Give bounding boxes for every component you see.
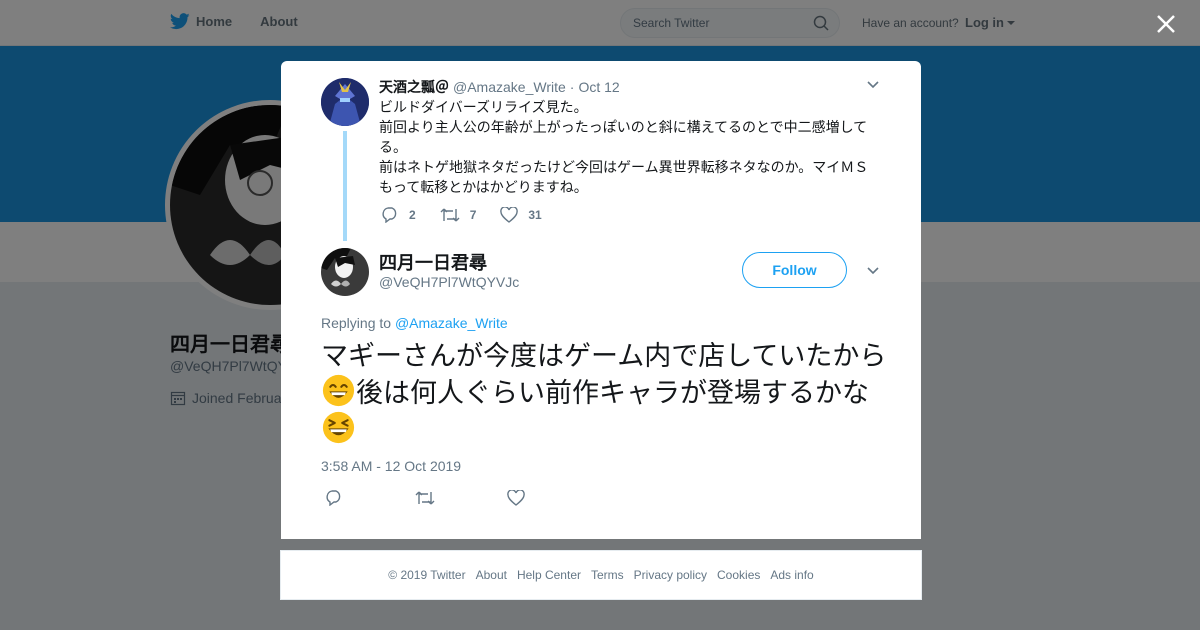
retweet-icon	[415, 491, 435, 505]
footer-link-help-center[interactable]: Help Center	[517, 568, 581, 582]
main-tweet-text: マギーさんが今度はゲーム内で店していたから 後は何人ぐらい前作キャラが登場するか…	[321, 339, 891, 448]
parent-tweet-text: ビルドダイバーズリライズ見た。 前回より主人公の年齢が上がったっぽいのと斜に構え…	[379, 97, 879, 197]
main-tweet-name[interactable]: 四月一日君尋	[379, 249, 487, 275]
chevron-down-icon[interactable]	[867, 81, 879, 89]
reply-icon	[382, 207, 397, 223]
heart-icon	[500, 207, 519, 223]
like-button[interactable]	[507, 490, 535, 506]
parent-tweet-header: 天酒之瓢＠ @Amazake_Write · Oct 12	[379, 77, 620, 97]
replying-to-link[interactable]: @Amazake_Write	[395, 315, 508, 331]
footer-link-cookies[interactable]: Cookies	[717, 568, 760, 582]
retweet-count: 7	[469, 208, 477, 222]
like-count: 31	[528, 208, 542, 222]
reply-count: 2	[409, 208, 416, 222]
footer: © 2019 Twitter About Help Center Terms P…	[280, 550, 922, 600]
parent-tweet-line: 前回より主人公の年齢が上がったっぽいのと斜に構えてるのとで中二感増してる。	[379, 119, 868, 155]
main-tweet-actions	[325, 490, 597, 506]
footer-link-privacy[interactable]: Privacy policy	[634, 568, 707, 582]
footer-link-about[interactable]: About	[476, 568, 507, 582]
retweet-icon	[440, 208, 460, 222]
parent-tweet-actions: 2 7 31	[381, 207, 566, 223]
parent-tweet-name[interactable]: 天酒之瓢＠	[379, 77, 449, 97]
reply-icon	[326, 490, 341, 506]
main-tweet-text-part: 後は何人ぐらい前作キャラが登場するかな	[356, 378, 869, 408]
reply-button[interactable]: 2	[381, 207, 416, 223]
main-tweet-handle[interactable]: @VeQH7Pl7WtQYVJc	[379, 274, 519, 290]
parent-tweet-separator: ·	[569, 79, 575, 95]
main-avatar-image	[321, 248, 369, 296]
heart-icon	[507, 490, 525, 506]
main-tweet-text-part: マギーさんが今度はゲーム内で店していたから	[321, 341, 887, 371]
parent-avatar-image	[321, 78, 369, 126]
replying-to: Replying to @Amazake_Write	[321, 315, 508, 331]
main-tweet-avatar[interactable]	[321, 248, 369, 296]
grinning-face-with-smiling-eyes-icon	[322, 374, 355, 407]
replying-prefix: Replying to	[321, 315, 392, 331]
like-button[interactable]: 31	[500, 207, 542, 223]
tweet-modal: 天酒之瓢＠ @Amazake_Write · Oct 12 ビルドダイバーズリラ…	[281, 61, 921, 539]
thread-connector-line	[343, 131, 347, 241]
retweet-button[interactable]	[415, 490, 445, 506]
tweet-timestamp[interactable]: 3:58 AM - 12 Oct 2019	[321, 458, 461, 474]
close-icon[interactable]	[1152, 10, 1180, 38]
follow-button[interactable]: Follow	[742, 252, 847, 288]
reply-button[interactable]	[325, 490, 353, 506]
parent-tweet-line: 前はネトゲ地獄ネタだったけど今回はゲーム異世界転移ネタなのか。マイＭＳもって転移…	[379, 159, 869, 195]
grinning-squinting-face-icon	[322, 411, 355, 444]
retweet-button[interactable]: 7	[440, 207, 477, 223]
footer-link-ads-info[interactable]: Ads info	[770, 568, 813, 582]
footer-copyright: © 2019 Twitter	[388, 568, 466, 582]
footer-link-terms[interactable]: Terms	[591, 568, 624, 582]
parent-tweet-line: ビルドダイバーズリライズ見た。	[379, 99, 588, 115]
parent-tweet-avatar[interactable]	[321, 78, 369, 126]
chevron-down-icon[interactable]	[867, 267, 879, 275]
parent-tweet-date[interactable]: Oct 12	[578, 79, 619, 95]
parent-tweet-handle[interactable]: @Amazake_Write	[453, 79, 566, 95]
